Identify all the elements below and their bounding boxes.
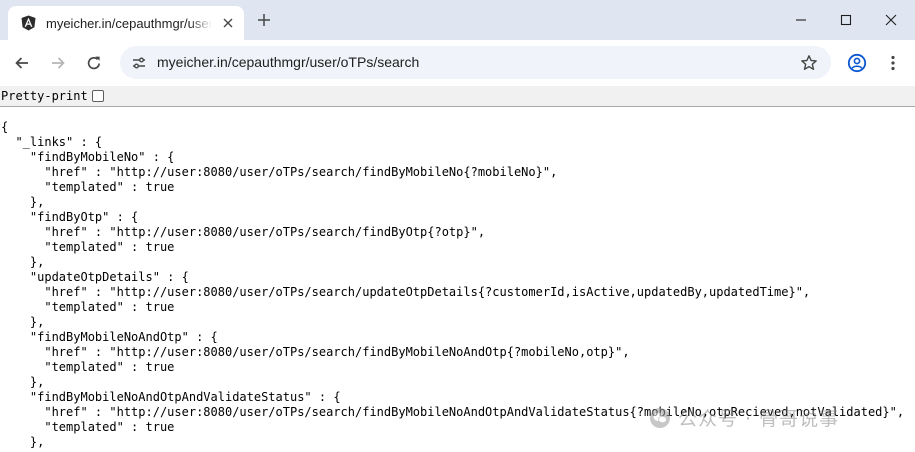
browser-toolbar: myeicher.in/cepauthmgr/user/oTPs/search — [0, 40, 915, 86]
url-text: myeicher.in/cepauthmgr/user/oTPs/search — [157, 54, 420, 70]
forward-arrow-icon[interactable] — [47, 52, 69, 74]
json-body: { "_links" : { "findByMobileNo" : { "hre… — [1, 120, 904, 450]
watermark-text: 公众号 · 骨哥说事 — [678, 408, 840, 430]
pretty-print-label: Pretty-print — [1, 89, 88, 103]
json-line: "updateOtpDetails" : { — [1, 270, 189, 284]
json-line: "findByMobileNoAndOtpAndValidateStatus" … — [1, 390, 341, 404]
angular-icon — [20, 15, 36, 31]
profile-icon[interactable] — [846, 52, 868, 74]
address-bar[interactable]: myeicher.in/cepauthmgr/user/oTPs/search — [120, 46, 831, 79]
pretty-print-bar: Pretty-print — [0, 86, 915, 107]
bookmark-star-icon[interactable] — [799, 53, 819, 73]
close-tab-icon[interactable] — [220, 15, 236, 31]
json-line: "findByMobileNo" : { — [1, 150, 175, 164]
json-line: "href" : "http://user:8080/user/oTPs/sea… — [1, 225, 486, 239]
json-line: "templated" : true — [1, 240, 175, 254]
json-line: }, — [1, 315, 45, 329]
browser-tab[interactable]: myeicher.in/cepauthmgr/user/oTPs/search — [8, 6, 244, 40]
json-line: "templated" : true — [1, 420, 175, 434]
watermark: 公众号 · 骨哥说事 — [650, 404, 839, 431]
pretty-print-checkbox[interactable] — [91, 90, 104, 102]
json-line: "templated" : true — [1, 300, 175, 314]
json-line: }, — [1, 375, 45, 389]
back-arrow-icon[interactable] — [11, 52, 33, 74]
more-menu-icon[interactable] — [882, 52, 904, 74]
json-line: }, — [1, 195, 45, 209]
page-content: Pretty-print { "_links" : { "findByMobil… — [0, 86, 915, 452]
json-line: "href" : "http://user:8080/user/oTPs/sea… — [1, 165, 558, 179]
json-line: "findByMobileNoAndOtp" : { — [1, 330, 218, 344]
close-window-icon[interactable] — [881, 10, 901, 30]
minimize-icon[interactable] — [791, 10, 811, 30]
site-settings-icon[interactable] — [130, 54, 148, 72]
maximize-icon[interactable] — [836, 10, 856, 30]
json-line: "findByOtp" : { — [1, 210, 139, 224]
json-line: "templated" : true — [1, 360, 175, 374]
json-line: { — [1, 120, 9, 134]
json-line: "templated" : true — [1, 180, 175, 194]
tab-strip: myeicher.in/cepauthmgr/user/oTPs/search — [0, 0, 915, 40]
reload-icon[interactable] — [83, 52, 105, 74]
new-tab-icon[interactable] — [254, 10, 274, 30]
wechat-icon — [650, 407, 670, 428]
json-line: }, — [1, 435, 45, 449]
json-line: "_links" : { — [1, 135, 103, 149]
json-line: }, — [1, 255, 45, 269]
tab-title: myeicher.in/cepauthmgr/user/oTPs/search — [46, 15, 212, 31]
json-line: "href" : "http://user:8080/user/oTPs/sea… — [1, 285, 811, 299]
json-line: "href" : "http://user:8080/user/oTPs/sea… — [1, 345, 630, 359]
